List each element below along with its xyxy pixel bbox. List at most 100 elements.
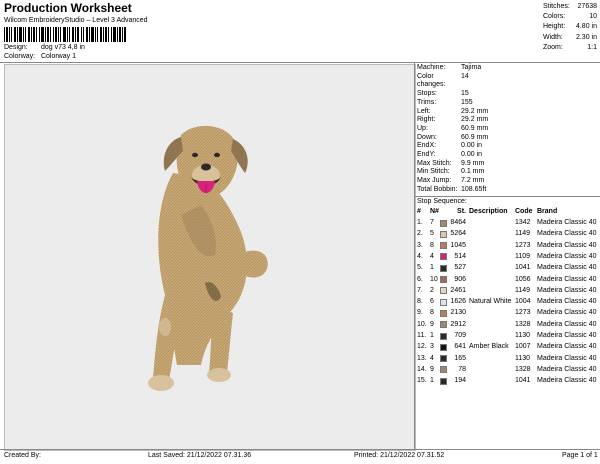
cell-st: 5264 <box>450 230 466 238</box>
stop-sequence-row: 14. 9 78 1328 Madeira Classic 40 <box>417 365 597 375</box>
cell-num: 12. <box>417 343 427 351</box>
cell-n: 5 <box>430 230 434 238</box>
printed-date: Printed: 21/12/2022 07.31.52 <box>354 452 445 459</box>
cell-num: 15. <box>417 377 427 385</box>
cell-n: 3 <box>430 343 434 351</box>
cell-num: 1. <box>417 219 423 226</box>
spec-row: Max Stitch: 9.9 mm <box>417 159 485 167</box>
design-label: Design: <box>4 44 28 51</box>
cell-n: 9 <box>430 320 434 328</box>
cell-code: 1273 <box>515 309 531 317</box>
cell-code: 1130 <box>515 332 531 339</box>
cell-num: 11. <box>417 332 427 339</box>
cell-st: 8464 <box>450 219 466 226</box>
cell-num: 6. <box>417 275 423 283</box>
colorway-value: Colorway 1 <box>40 53 76 60</box>
stop-sequence-row: 9. 8 2130 1273 Madeira Classic 40 <box>417 308 597 318</box>
cell-code: 1004 <box>515 298 531 306</box>
stat-width: Width: 2.30 in <box>543 33 597 41</box>
spec-row: Right: 29.2 mm <box>417 116 489 124</box>
design-value: dog v73 4,8 in <box>40 44 85 51</box>
stop-sequence-row: 10. 9 2912 1328 Madeira Classic 40 <box>417 320 597 330</box>
spec-row: Down: 60.9 mm <box>417 133 489 141</box>
cell-num: 5. <box>417 264 423 272</box>
spec-row: Up: 60.9 mm <box>417 124 489 132</box>
cell-code: 1109 <box>515 252 531 260</box>
stop-sequence-row: 2. 5 5264 1149 Madeira Classic 40 <box>417 229 597 239</box>
cell-desc: Natural White <box>469 298 512 306</box>
cell-n: 1 <box>430 332 434 339</box>
cell-brand: Madeira Classic 40 <box>537 275 597 283</box>
cell-n: 1 <box>430 377 434 385</box>
design-stats: Stitches: 27638 Colors: 10 Height: 4.80 in … <box>543 2 597 53</box>
cell-num: 7. <box>417 286 423 294</box>
cell-st: 641 <box>454 343 466 351</box>
cell-num: 2. <box>417 230 423 238</box>
cell-brand: Madeira Classic 40 <box>537 365 597 373</box>
spec-row: Machine: Tajima <box>417 64 482 71</box>
cell-n: 7 <box>430 219 434 226</box>
stop-sequence-row: 8. 6 1626 Natural White 1004 Madeira Classic … <box>417 297 597 307</box>
spec-row: Max Jump: 7.2 mm <box>417 177 485 185</box>
panel-divider <box>414 63 415 449</box>
cell-n: 2 <box>430 286 434 294</box>
machine-specs: Machine: Tajima Color changes: 14 Stops: 15… <box>417 64 488 195</box>
cell-code: 1149 <box>515 286 531 294</box>
cell-num: 4. <box>417 252 423 260</box>
page-number: Page 1 of 1 <box>562 452 598 459</box>
cell-st: 165 <box>454 354 466 362</box>
stop-sequence-row: 13. 4 165 1130 Madeira Classic 40 <box>417 354 597 364</box>
design-row: Design: dog v73 4,8 in <box>4 44 85 51</box>
spec-row: Color changes: 14 <box>417 72 469 89</box>
stop-sequence-row: 5. 1 527 1041 Madeira Classic 40 <box>417 263 597 273</box>
cell-code: 1273 <box>515 241 531 249</box>
cell-code: 1041 <box>515 264 531 272</box>
cell-desc: Amber Black <box>469 343 509 351</box>
spec-row: Trims: 155 <box>417 98 473 106</box>
cell-code: 1342 <box>515 219 531 226</box>
header-divider <box>0 62 600 63</box>
design-preview <box>4 64 416 451</box>
stop-sequence-row: 7. 2 2461 1149 Madeira Classic 40 <box>417 286 597 296</box>
cell-n: 4 <box>430 252 434 260</box>
spec-row: Min Stitch: 0.1 mm <box>417 168 485 176</box>
cell-code: 1130 <box>515 354 531 362</box>
spec-row: EndY: 0.00 in <box>417 151 483 159</box>
cell-n: 4 <box>430 354 434 362</box>
cell-num: 13. <box>417 354 427 362</box>
cell-code: 1007 <box>515 343 531 351</box>
spec-row: EndX: 0.00 in <box>417 142 483 150</box>
spec-row: Left: 29.2 mm <box>417 107 489 115</box>
footer-divider <box>0 449 600 450</box>
cell-st: 2912 <box>450 320 466 328</box>
colorway-label: Colorway: <box>4 53 36 60</box>
cell-num: 10. <box>417 320 427 328</box>
cell-brand: Madeira Classic 40 <box>537 286 597 294</box>
last-saved: Last Saved: 21/12/2022 07.31.36 <box>148 452 252 459</box>
cell-n: 10 <box>430 275 438 283</box>
stat-colors: Colors: 10 <box>543 13 597 21</box>
cell-brand: Madeira Classic 40 <box>537 219 597 226</box>
cell-code: 1328 <box>515 365 531 373</box>
specs-divider <box>415 196 600 197</box>
stop-sequence-title: Stop Sequence: <box>417 198 467 205</box>
cell-brand: Madeira Classic 40 <box>537 309 597 317</box>
cell-num: 3. <box>417 241 423 249</box>
software-subtitle: Wilcom EmbroideryStudio – Level 3 Advanc… <box>4 17 148 24</box>
cell-n: 6 <box>430 298 434 306</box>
cell-code: 1149 <box>515 230 531 238</box>
cell-code: 1056 <box>515 275 531 283</box>
cell-st: 514 <box>454 252 466 260</box>
stop-sequence-row: 12. 3 641 Amber Black 1007 Madeira Classic 40 <box>417 342 597 352</box>
cell-st: 78 <box>458 365 466 373</box>
cell-num: 8. <box>417 298 423 306</box>
stop-sequence-row: 1. 7 8464 1342 Madeira Classic 40 <box>417 218 597 228</box>
cell-code: 1041 <box>515 377 531 385</box>
stop-sequence-row: 4. 4 514 1109 Madeira Classic 40 <box>417 252 597 262</box>
cell-brand: Madeira Classic 40 <box>537 377 597 385</box>
cell-st: 2461 <box>450 286 466 294</box>
cell-brand: Madeira Classic 40 <box>537 343 597 351</box>
cell-brand: Madeira Classic 40 <box>537 252 597 260</box>
cell-brand: Madeira Classic 40 <box>537 354 597 362</box>
cell-n: 1 <box>430 264 434 272</box>
